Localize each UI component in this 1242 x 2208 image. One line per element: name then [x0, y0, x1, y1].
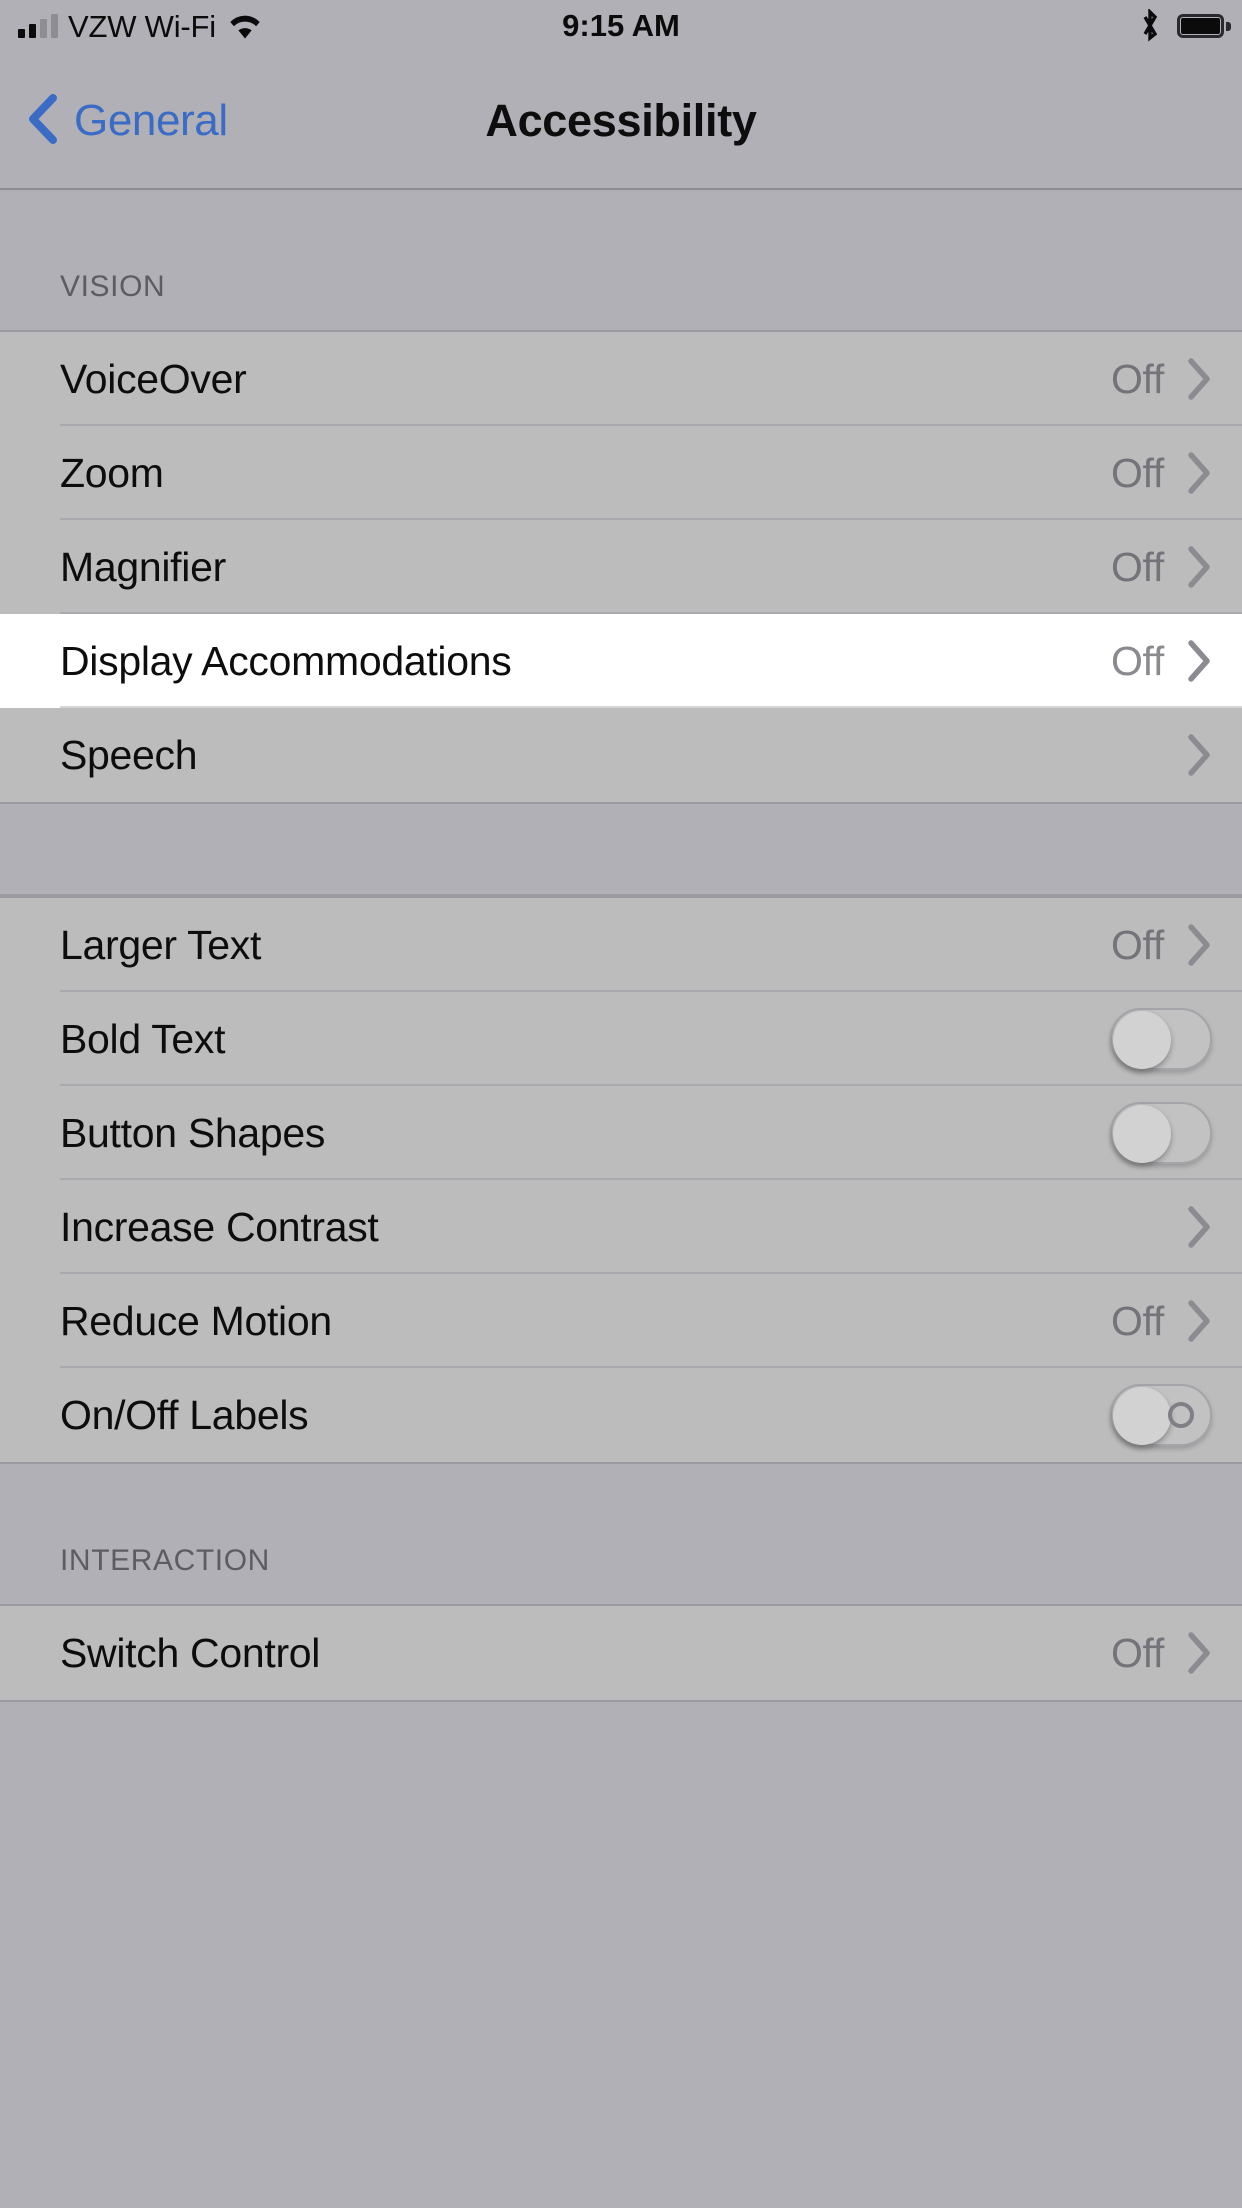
- row-label: Button Shapes: [60, 1109, 326, 1156]
- chevron-right-icon: [1186, 357, 1212, 401]
- row-accessory: Off: [1111, 450, 1212, 497]
- row-accessory: [1186, 1205, 1212, 1249]
- row-label: Increase Contrast: [60, 1203, 379, 1250]
- chevron-right-icon: [1186, 1631, 1212, 1675]
- status-bar-right: [1139, 0, 1231, 52]
- row-voiceover[interactable]: VoiceOver Off: [0, 332, 1242, 426]
- row-increase-contrast[interactable]: Increase Contrast: [0, 1180, 1242, 1274]
- row-accessory: Off: [1111, 544, 1212, 591]
- toggle-knob: [1113, 1105, 1171, 1163]
- row-value: Off: [1110, 1297, 1164, 1344]
- row-on-off-labels[interactable]: On/Off Labels: [0, 1368, 1242, 1462]
- section-header-vision: VISION: [0, 190, 1242, 330]
- row-larger-text[interactable]: Larger Text Off: [0, 898, 1242, 992]
- row-magnifier[interactable]: Magnifier Off: [0, 520, 1242, 614]
- toggle-bold-text[interactable]: [1110, 1008, 1212, 1070]
- row-accessory: [1186, 733, 1212, 777]
- row-button-shapes[interactable]: Button Shapes: [0, 1086, 1242, 1180]
- section-header-interaction: INTERACTION: [0, 1464, 1242, 1604]
- row-accessory: [1110, 1384, 1212, 1446]
- row-value: Off: [1110, 449, 1164, 496]
- toggle-knob: [1113, 1011, 1171, 1069]
- row-value: Off: [1110, 921, 1164, 968]
- row-label: Bold Text: [60, 1015, 226, 1062]
- row-label: Larger Text: [60, 921, 262, 968]
- row-label: On/Off Labels: [60, 1391, 309, 1438]
- row-switch-control[interactable]: Switch Control Off: [0, 1606, 1242, 1700]
- row-zoom[interactable]: Zoom Off: [0, 426, 1242, 520]
- row-accessory: [1110, 1102, 1212, 1164]
- chevron-right-icon: [1186, 545, 1212, 589]
- section-group-0: VoiceOver Off Zoom Off Magnifier Off Display A…: [0, 330, 1242, 804]
- clock-label: 9:15 AM: [562, 8, 680, 43]
- settings-list: VISION VoiceOver Off Zoom Off Magnifier Off Dis…: [0, 190, 1242, 1702]
- row-accessory: Off: [1111, 1630, 1212, 1677]
- chevron-right-icon: [1186, 733, 1212, 777]
- row-accessory: [1110, 1008, 1212, 1070]
- status-bar-center: 9:15 AM: [0, 0, 1242, 52]
- chevron-right-icon: [1186, 923, 1212, 967]
- chevron-right-icon: [1186, 639, 1212, 683]
- toggle-off-label-icon: [1168, 1402, 1194, 1428]
- row-speech[interactable]: Speech: [0, 708, 1242, 802]
- row-label: Reduce Motion: [60, 1297, 332, 1344]
- chevron-right-icon: [1186, 1205, 1212, 1249]
- row-label: VoiceOver: [60, 355, 247, 402]
- row-label: Magnifier: [60, 543, 226, 590]
- row-value: Off: [1110, 543, 1164, 590]
- row-accessory: Off: [1111, 922, 1212, 969]
- row-accessory: Off: [1111, 638, 1212, 685]
- section-group-1: Larger Text Off Bold Text Button Shapes Incr…: [0, 896, 1242, 1464]
- row-label: Switch Control: [60, 1629, 321, 1676]
- row-bold-text[interactable]: Bold Text: [0, 992, 1242, 1086]
- iphone-screen: VZW Wi-Fi 9:15 AM General Accessibility …: [0, 0, 1242, 2208]
- page-title: Accessibility: [485, 95, 757, 146]
- bluetooth-icon: [1139, 9, 1161, 43]
- row-display-accommodations[interactable]: Display Accommodations Off: [0, 614, 1242, 708]
- section-spacer: [0, 804, 1242, 896]
- row-value: Off: [1110, 1629, 1164, 1676]
- row-label: Zoom: [60, 449, 164, 496]
- row-label: Speech: [60, 731, 198, 778]
- toggle-knob: [1113, 1387, 1171, 1445]
- chevron-right-icon: [1186, 1299, 1212, 1343]
- navigation-bar: General Accessibility: [0, 52, 1242, 190]
- row-value: Off: [1110, 355, 1164, 402]
- status-bar: VZW Wi-Fi 9:15 AM: [0, 0, 1242, 52]
- toggle-button-shapes[interactable]: [1110, 1102, 1212, 1164]
- toggle-on-off-labels[interactable]: [1110, 1384, 1212, 1446]
- row-accessory: Off: [1111, 1298, 1212, 1345]
- row-accessory: Off: [1111, 356, 1212, 403]
- chevron-right-icon: [1186, 451, 1212, 495]
- section-group-2: Switch Control Off: [0, 1604, 1242, 1702]
- row-value: Off: [1110, 637, 1164, 684]
- battery-full-icon: [1177, 14, 1231, 38]
- row-reduce-motion[interactable]: Reduce Motion Off: [0, 1274, 1242, 1368]
- row-label: Display Accommodations: [60, 637, 512, 684]
